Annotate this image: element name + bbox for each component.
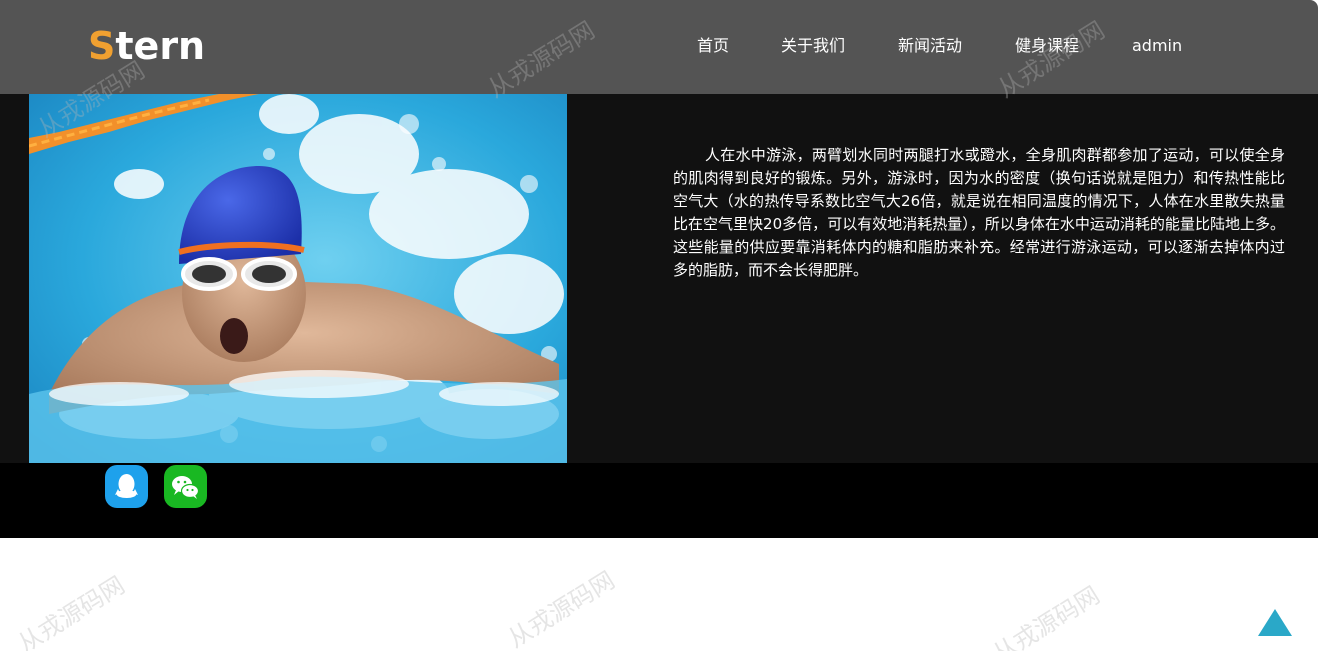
nav-item-courses[interactable]: 健身课程	[1015, 34, 1079, 58]
swimmer-photo	[29, 94, 567, 463]
nav-item-user[interactable]: admin	[1132, 34, 1182, 58]
wechat-icon[interactable]	[164, 465, 207, 508]
watermark: 从戎源码网	[988, 580, 1105, 651]
nav-item-about[interactable]: 关于我们	[781, 34, 845, 58]
nav-item-news[interactable]: 新闻活动	[898, 34, 962, 58]
header: Stern 首页 关于我们 新闻活动 健身课程 admin	[0, 0, 1318, 94]
back-to-top-icon[interactable]	[1258, 609, 1292, 637]
article-text: 人在水中游泳，两臂划水同时两腿打水或蹬水，全身肌肉群都参加了运动，可以使全身的肌…	[673, 146, 1285, 279]
watermark: 从戎源码网	[13, 570, 130, 651]
qq-icon[interactable]	[105, 465, 148, 508]
watermark: 从戎源码网	[503, 565, 620, 651]
content-section: 人在水中游泳，两臂划水同时两腿打水或蹬水，全身肌肉群都参加了运动，可以使全身的肌…	[0, 94, 1318, 463]
main-nav: 首页 关于我们 新闻活动 健身课程 admin	[0, 34, 1318, 58]
footer	[0, 463, 1318, 538]
nav-item-home[interactable]: 首页	[697, 34, 729, 58]
page: Stern 首页 关于我们 新闻活动 健身课程 admin 人在水中游泳，两臂划…	[0, 0, 1318, 651]
